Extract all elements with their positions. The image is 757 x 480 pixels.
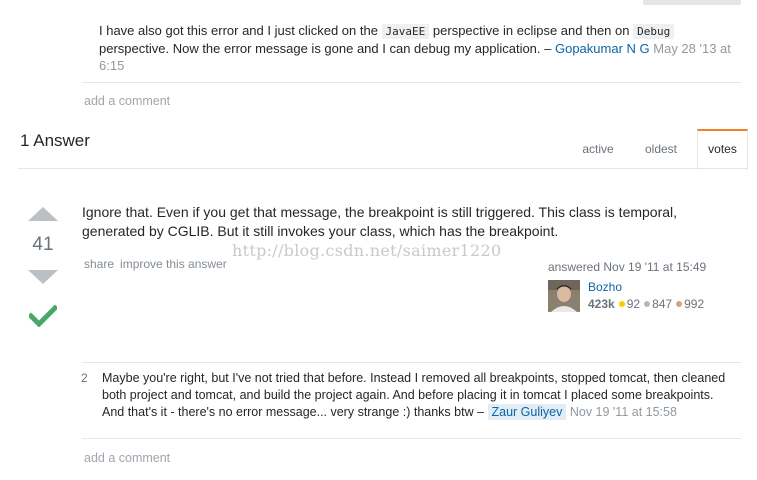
avatar-image	[548, 280, 580, 312]
user-avatar[interactable]	[548, 280, 580, 312]
upvote-arrow-icon[interactable]	[28, 207, 58, 221]
bronze-badge-icon	[676, 301, 683, 307]
downvote-arrow-icon[interactable]	[28, 270, 58, 284]
add-answer-comment-link[interactable]: add a comment	[84, 451, 170, 465]
tabs-underline	[18, 168, 747, 169]
watermark: http://blog.csdn.net/saimer1220	[232, 241, 502, 260]
answer-author-link[interactable]: Bozho	[588, 280, 622, 294]
inline-code-javaee: JavaEE	[381, 24, 430, 39]
add-comment-link[interactable]: add a comment	[84, 94, 170, 108]
answer-comment-body: Maybe you're right, but I've not tried t…	[102, 370, 738, 421]
comment-text-part: perspective. Now the error message is go…	[99, 41, 555, 56]
answer-comment-divider	[82, 438, 741, 439]
comment-score: 2	[81, 371, 88, 385]
gold-badge-count: 92	[626, 297, 641, 311]
inline-code-debug: Debug	[633, 24, 675, 39]
comment-text-part: I have also got this error and I just cl…	[99, 23, 382, 38]
author-reputation: 423k 92 847 992	[588, 297, 704, 311]
answer-comment-user-link[interactable]: Zaur Guliyev	[487, 404, 567, 420]
improve-answer-link[interactable]: improve this answer	[120, 257, 227, 271]
answer-comments-divider	[82, 362, 741, 363]
comment-body: I have also got this error and I just cl…	[99, 22, 739, 74]
accepted-check-icon	[29, 305, 57, 327]
share-link[interactable]: share	[84, 257, 114, 271]
post-menu: share improve this answer	[84, 257, 233, 271]
silver-badge-count: 847	[652, 297, 673, 311]
bronze-badge-count: 992	[684, 297, 705, 311]
reputation-score: 423k	[588, 297, 615, 311]
silver-badge-icon	[644, 301, 651, 307]
answer-comment-date[interactable]: Nov 19 '11 at 15:58	[570, 405, 677, 419]
answered-time: answered Nov 19 '11 at 15:49	[548, 260, 707, 274]
gold-badge-icon	[618, 301, 625, 307]
comment-divider	[82, 82, 741, 83]
previous-element-edge	[643, 0, 741, 5]
question-comment: I have also got this error and I just cl…	[82, 22, 741, 74]
comment-text-part: perspective in eclipse and then on	[429, 23, 634, 38]
tab-votes[interactable]: votes	[697, 129, 748, 170]
tab-oldest[interactable]: oldest	[630, 129, 692, 169]
answer-body: Ignore that. Even if you get that messag…	[82, 204, 678, 239]
tab-active[interactable]: active	[568, 129, 628, 169]
vote-count: 41	[32, 234, 54, 255]
answers-count-heading: 1 Answer	[20, 131, 90, 150]
comment-user-link[interactable]: Gopakumar N G	[555, 41, 650, 56]
